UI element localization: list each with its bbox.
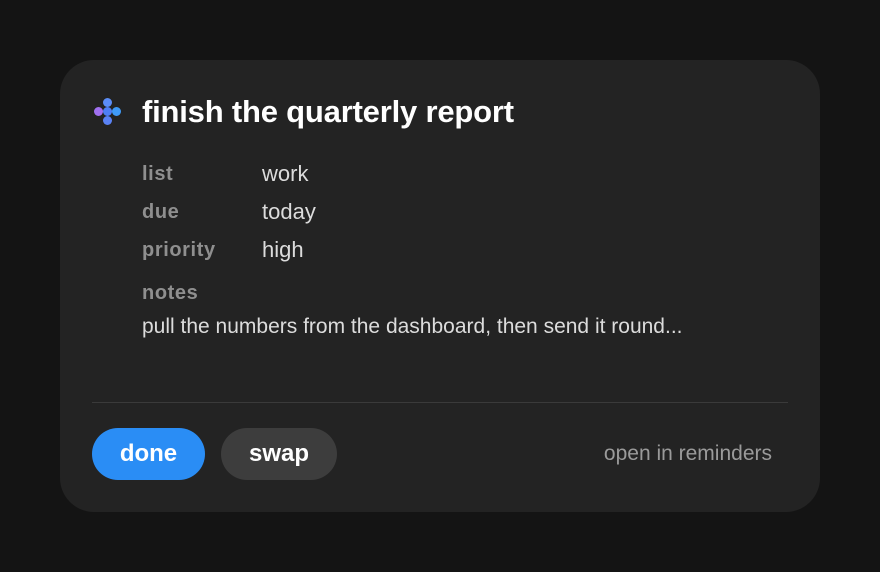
reminder-card: finish the quarterly report list work du… xyxy=(60,60,820,512)
divider xyxy=(92,402,788,403)
field-row-list: list work xyxy=(142,155,316,193)
field-value-priority: high xyxy=(262,237,304,262)
field-label-priority: priority xyxy=(142,238,216,261)
notes-label: notes xyxy=(142,282,199,304)
reminder-fields: list work due today priority high xyxy=(142,155,316,269)
reminders-dots-icon xyxy=(92,96,124,128)
notes-text: pull the numbers from the dashboard, the… xyxy=(142,315,683,338)
action-bar: done swap open in reminders xyxy=(92,428,772,480)
field-row-due: due today xyxy=(142,193,316,231)
open-in-reminders-link[interactable]: open in reminders xyxy=(604,442,772,466)
field-value-list: work xyxy=(262,161,309,186)
field-label-list: list xyxy=(142,162,174,185)
swap-button[interactable]: swap xyxy=(221,428,337,480)
field-label-due: due xyxy=(142,200,180,223)
field-value-due: today xyxy=(262,199,316,224)
field-row-priority: priority high xyxy=(142,231,316,269)
done-button[interactable]: done xyxy=(92,428,205,480)
card-header: finish the quarterly report xyxy=(92,92,514,132)
reminder-title: finish the quarterly report xyxy=(142,94,514,129)
